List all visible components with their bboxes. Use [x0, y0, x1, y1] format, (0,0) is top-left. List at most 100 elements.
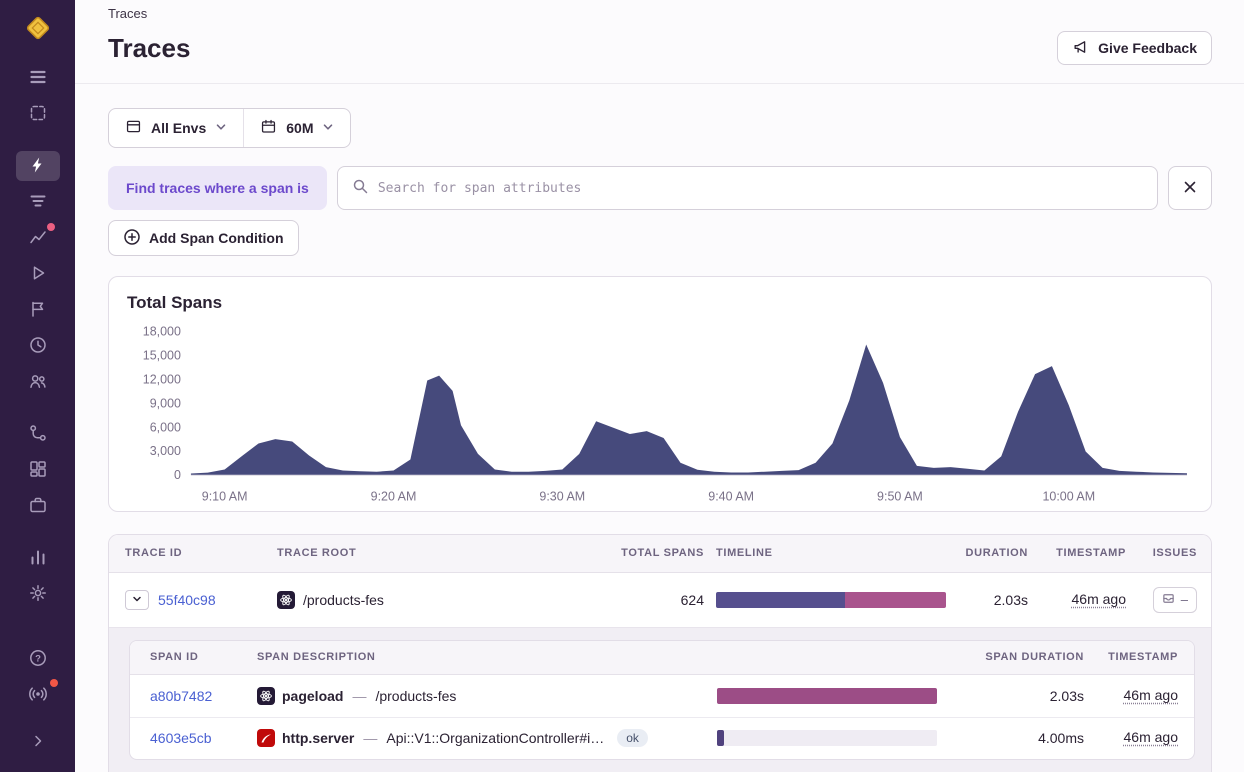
- svg-text:15,000: 15,000: [143, 348, 181, 362]
- col-span-description: Span Description: [257, 651, 705, 663]
- sidebar-item-settings[interactable]: [16, 579, 60, 609]
- col-duration: Duration: [958, 547, 1028, 559]
- span-id-link[interactable]: 4603e5cb: [150, 730, 245, 746]
- svg-text:12,000: 12,000: [143, 372, 181, 386]
- spans-table: Span ID Span Description Span Duration T…: [129, 640, 1195, 760]
- svg-text:9:50 AM: 9:50 AM: [877, 490, 923, 504]
- rails-project-icon: [257, 729, 275, 747]
- chevron-down-icon: [322, 120, 334, 136]
- sidebar-item-profiling[interactable]: [16, 295, 60, 325]
- replays-play-icon: [28, 263, 48, 286]
- sentry-logo[interactable]: [24, 14, 52, 42]
- react-project-icon: [277, 591, 295, 609]
- sidebar-nav: [0, 60, 75, 612]
- sidebar-item-user-feedback[interactable]: [16, 367, 60, 397]
- user-feedback-people-icon: [28, 371, 48, 394]
- span-desc-text: Api::V1::OrganizationController#i…: [386, 730, 604, 746]
- time-range-filter[interactable]: 60M: [243, 109, 350, 147]
- spans-table-header: Span ID Span Description Span Duration T…: [130, 641, 1194, 675]
- separator: —: [361, 730, 379, 746]
- time-range-label: 60M: [286, 120, 313, 136]
- svg-text:10:00 AM: 10:00 AM: [1042, 490, 1095, 504]
- sidebar-item-releases[interactable]: [16, 491, 60, 521]
- stats-bars-icon: [28, 547, 48, 570]
- collapse-sidebar-button[interactable]: [16, 727, 60, 757]
- svg-text:9,000: 9,000: [150, 396, 181, 410]
- chevron-right-icon: [28, 731, 48, 754]
- settings-gear-icon: [28, 583, 48, 606]
- col-trace-id: Trace ID: [125, 547, 265, 559]
- span-duration: 2.03s: [949, 688, 1084, 704]
- col-total-spans: Total Spans: [539, 547, 704, 559]
- col-timeline: Timeline: [716, 547, 946, 559]
- svg-text:18,000: 18,000: [143, 324, 181, 338]
- span-op: pageload: [282, 688, 343, 704]
- expanded-trace-panel: Span ID Span Description Span Duration T…: [109, 627, 1211, 772]
- span-id-link[interactable]: a80b7482: [150, 688, 245, 704]
- col-issues: Issues: [1138, 547, 1197, 559]
- add-span-condition-button[interactable]: Add Span Condition: [108, 220, 299, 256]
- total-spans-value: 624: [539, 592, 704, 608]
- span-timestamp[interactable]: 46m ago: [1124, 729, 1178, 745]
- sidebar-item-insights[interactable]: [16, 223, 60, 253]
- col-span-timestamp: Timestamp: [1096, 651, 1178, 663]
- sidebar: ?: [0, 0, 75, 772]
- give-feedback-button[interactable]: Give Feedback: [1057, 31, 1212, 65]
- svg-text:9:20 AM: 9:20 AM: [371, 490, 417, 504]
- svg-text:9:40 AM: 9:40 AM: [708, 490, 754, 504]
- sidebar-bottom: ?: [16, 641, 60, 760]
- logs-funnel-icon: [28, 191, 48, 214]
- plus-circle-icon: [123, 228, 141, 249]
- chevron-down-icon: [215, 120, 227, 136]
- sidebar-item-issues[interactable]: [16, 63, 60, 93]
- span-duration-bar: [717, 688, 937, 704]
- col-span-duration: Span Duration: [949, 651, 1084, 663]
- dashboards-grid-icon: [28, 459, 48, 482]
- span-duration: 4.00ms: [949, 730, 1084, 746]
- releases-briefcase-icon: [28, 495, 48, 518]
- collapse-trace-button[interactable]: [125, 590, 149, 610]
- span-row: a80b7482 pageload — /products-fes 2.03s: [130, 675, 1194, 717]
- trace-duration: 2.03s: [958, 592, 1028, 608]
- sidebar-item-launch[interactable]: [16, 419, 60, 449]
- search-icon: [352, 178, 368, 199]
- sidebar-item-dashboards[interactable]: [16, 455, 60, 485]
- crons-clock-icon: [28, 335, 48, 358]
- help-button[interactable]: ?: [16, 644, 60, 674]
- sidebar-item-crons[interactable]: [16, 331, 60, 361]
- trace-id-link[interactable]: 55f40c98: [158, 592, 216, 608]
- whats-new-button[interactable]: [16, 680, 60, 710]
- svg-text:?: ?: [35, 653, 41, 664]
- separator: —: [350, 688, 368, 704]
- launch-pipeline-icon: [28, 423, 48, 446]
- sidebar-item-replays[interactable]: [16, 259, 60, 289]
- col-timestamp: Timestamp: [1040, 547, 1126, 559]
- window-icon: [125, 118, 142, 138]
- breadcrumb[interactable]: Traces: [108, 6, 1212, 21]
- filter-group: All Envs 60M: [108, 108, 351, 148]
- span-status-badge: ok: [617, 729, 648, 747]
- sidebar-item-traces[interactable]: [16, 151, 60, 181]
- environment-filter[interactable]: All Envs: [109, 109, 243, 147]
- traces-table: Trace ID Trace Root Total Spans Timeline…: [108, 534, 1212, 772]
- trace-root-label[interactable]: /products-fes: [303, 592, 384, 608]
- traces-table-header: Trace ID Trace Root Total Spans Timeline…: [109, 535, 1211, 573]
- add-span-condition-label: Add Span Condition: [149, 230, 284, 246]
- sidebar-item-stats[interactable]: [16, 543, 60, 573]
- span-condition-chip: Find traces where a span is: [108, 166, 327, 210]
- content: All Envs 60M Find traces where a span is…: [75, 84, 1244, 772]
- sidebar-item-logs[interactable]: [16, 187, 60, 217]
- issues-count: –: [1181, 592, 1188, 607]
- sidebar-item-projects[interactable]: [16, 99, 60, 129]
- trace-root-cell: /products-fes: [277, 591, 527, 609]
- clear-search-button[interactable]: [1168, 166, 1212, 210]
- page-header: Traces Traces Give Feedback: [75, 0, 1244, 84]
- chevron-down-icon: [132, 592, 142, 607]
- trace-issues-button[interactable]: –: [1153, 587, 1197, 613]
- react-project-icon: [257, 687, 275, 705]
- profiling-flag-icon: [28, 299, 48, 322]
- span-description-cell: pageload — /products-fes: [257, 687, 705, 705]
- search-input[interactable]: [378, 181, 1143, 196]
- span-timestamp[interactable]: 46m ago: [1124, 687, 1178, 703]
- trace-timestamp[interactable]: 46m ago: [1072, 591, 1126, 607]
